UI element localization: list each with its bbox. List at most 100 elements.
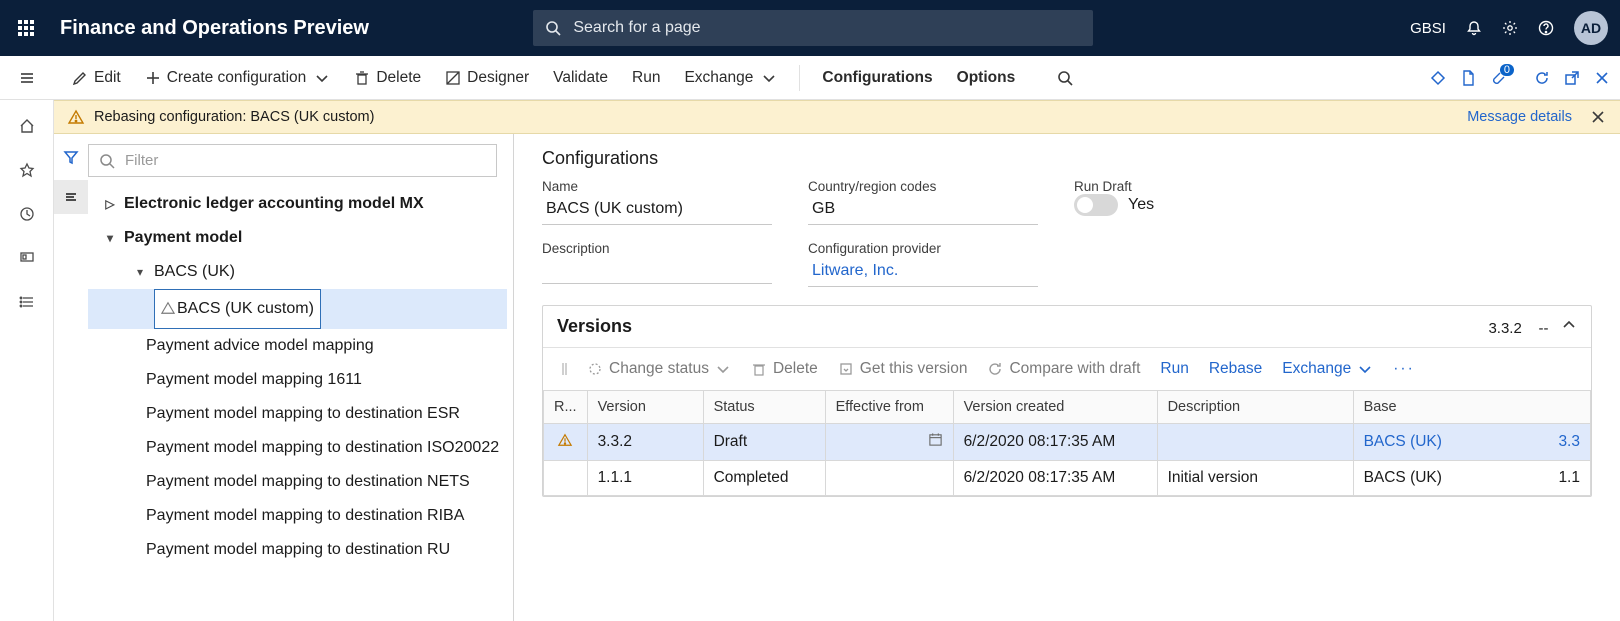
chevron-down-icon [1357, 361, 1373, 377]
version-delete-button[interactable]: Delete [745, 356, 824, 382]
run-label: Run [632, 69, 660, 87]
nav-toggle[interactable] [0, 56, 54, 100]
edit-label: Edit [94, 69, 121, 87]
tree-node[interactable]: ▾Payment model [88, 221, 507, 255]
col-effective[interactable]: Effective from [825, 391, 953, 424]
diamond-icon[interactable] [1430, 70, 1446, 86]
tree-node[interactable]: Payment model mapping to destination RIB… [88, 499, 507, 533]
table-row[interactable]: 1.1.1Completed6/2/2020 08:17:35 AMInitia… [544, 461, 1591, 496]
tree-node[interactable]: Payment advice model mapping [88, 329, 507, 363]
configurations-tab[interactable]: Configurations [814, 63, 940, 93]
options-tab[interactable]: Options [949, 63, 1024, 93]
run-button[interactable]: Run [624, 63, 668, 93]
version-run-button[interactable]: Run [1154, 356, 1194, 382]
rail-modules[interactable] [8, 284, 46, 320]
col-description[interactable]: Description [1157, 391, 1353, 424]
delete-button[interactable]: Delete [346, 63, 429, 93]
field-label-country: Country/region codes [808, 179, 1038, 194]
validate-button[interactable]: Validate [545, 63, 616, 93]
get-version-button[interactable]: Get this version [832, 356, 974, 382]
col-r[interactable]: R... [544, 391, 588, 424]
more-button[interactable]: ··· [1387, 356, 1421, 382]
exchange-button[interactable]: Exchange [676, 63, 785, 93]
designer-label: Designer [467, 69, 529, 87]
version-extra: -- [1538, 320, 1548, 337]
search-icon [545, 20, 561, 36]
global-search[interactable] [533, 10, 1093, 46]
tree-node-selected[interactable]: BACS (UK custom) [88, 289, 507, 329]
version-exchange-button[interactable]: Exchange [1276, 356, 1379, 382]
gear-icon[interactable] [1502, 20, 1518, 36]
clock-icon [19, 206, 35, 222]
message-details-link[interactable]: Message details [1467, 109, 1572, 125]
tree-filter[interactable] [88, 144, 497, 177]
col-status[interactable]: Status [703, 391, 825, 424]
rail-workspaces[interactable] [8, 240, 46, 276]
close-icon[interactable] [1594, 70, 1610, 86]
popout-icon[interactable] [1564, 70, 1580, 86]
attachments-button[interactable]: 0 [1490, 70, 1520, 86]
rail-recent[interactable] [8, 196, 46, 232]
create-configuration-label: Create configuration [167, 69, 307, 87]
workspace-icon [19, 250, 35, 266]
field-value-name[interactable]: BACS (UK custom) [542, 194, 772, 225]
tree-node[interactable]: Payment model mapping 1611 [88, 363, 507, 397]
pencil-icon [72, 70, 88, 86]
col-created[interactable]: Version created [953, 391, 1157, 424]
field-label-description: Description [542, 241, 772, 256]
filter-toggle[interactable] [54, 140, 88, 174]
search-icon [1057, 70, 1073, 86]
rail-home[interactable] [8, 108, 46, 144]
versions-panel: Versions 3.3.2 -- Change status [542, 305, 1592, 497]
list-toggle[interactable] [54, 180, 88, 214]
section-title: Configurations [542, 148, 1592, 169]
download-icon [838, 361, 854, 377]
funnel-icon [63, 149, 79, 165]
field-value-provider[interactable]: Litware, Inc. [808, 256, 1038, 287]
refresh-icon[interactable] [1534, 70, 1550, 86]
field-value-description[interactable] [542, 256, 772, 284]
find-button[interactable] [1049, 64, 1081, 92]
change-status-button[interactable]: Change status [581, 356, 737, 382]
field-label-name: Name [542, 179, 772, 194]
col-version[interactable]: Version [587, 391, 703, 424]
home-icon [19, 118, 35, 134]
trash-icon [354, 70, 370, 86]
tree-filter-input[interactable] [123, 151, 486, 170]
tree-node[interactable]: Payment model mapping to destination RU [88, 533, 507, 567]
rebase-button[interactable]: Rebase [1203, 356, 1268, 382]
global-search-input[interactable] [571, 18, 1081, 38]
divider-grip-icon[interactable] [557, 361, 573, 377]
tree-node[interactable]: ▾BACS (UK) [88, 255, 507, 289]
col-base[interactable]: Base [1353, 391, 1590, 424]
create-configuration-button[interactable]: Create configuration [137, 63, 339, 93]
designer-button[interactable]: Designer [437, 63, 537, 93]
app-launcher-icon[interactable] [12, 14, 40, 42]
avatar[interactable]: AD [1574, 11, 1608, 45]
tree-node[interactable]: Payment model mapping to destination ISO… [88, 431, 507, 465]
table-row[interactable]: 3.3.2Draft6/2/2020 08:17:35 AMBACS (UK)3… [544, 424, 1591, 461]
chevron-up-icon[interactable] [1561, 317, 1577, 333]
field-label-rundraft: Run Draft [1074, 179, 1304, 194]
plus-icon [145, 70, 161, 86]
tree-node[interactable]: Payment model mapping to destination NET… [88, 465, 507, 499]
document-icon[interactable] [1460, 70, 1476, 86]
trash-icon [751, 361, 767, 377]
company-code[interactable]: GBSI [1410, 20, 1446, 37]
tree-node[interactable]: ▷Electronic ledger accounting model MX [88, 187, 507, 221]
compare-draft-button[interactable]: Compare with draft [981, 356, 1146, 382]
attachments-badge: 0 [1500, 64, 1514, 76]
run-draft-toggle[interactable] [1074, 194, 1118, 216]
edit-button[interactable]: Edit [64, 63, 129, 93]
rail-favorites[interactable] [8, 152, 46, 188]
close-icon[interactable] [1590, 109, 1606, 125]
versions-title: Versions [557, 316, 632, 337]
field-label-provider: Configuration provider [808, 241, 1038, 256]
tree-node[interactable]: Payment model mapping to destination ESR [88, 397, 507, 431]
chevron-down-icon: ▾ [132, 255, 148, 289]
bell-icon[interactable] [1466, 20, 1482, 36]
warning-icon [68, 109, 84, 125]
chevron-right-icon: ▷ [102, 187, 118, 221]
help-icon[interactable] [1538, 20, 1554, 36]
field-value-country[interactable]: GB [808, 194, 1038, 225]
